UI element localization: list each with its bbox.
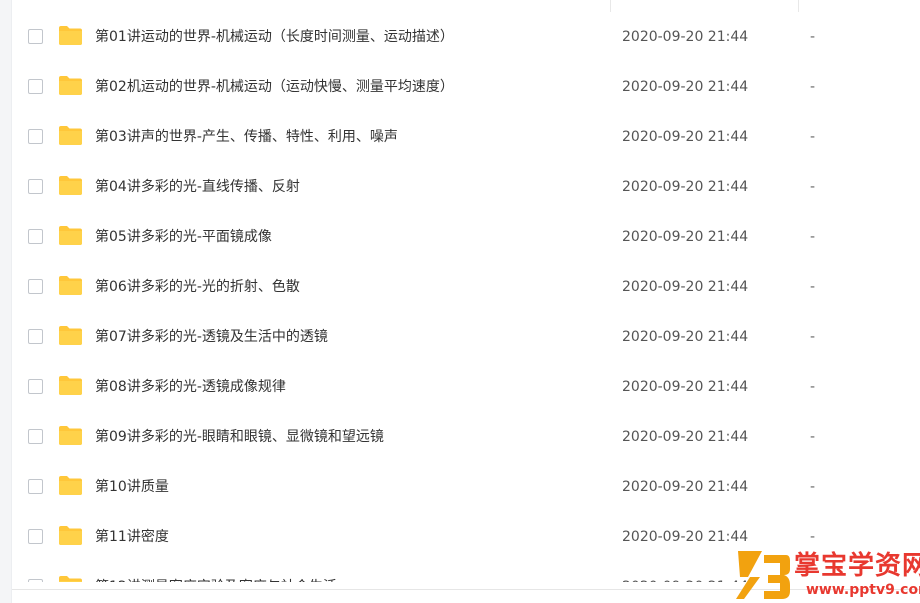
modified-date: 2020-09-20 21:44 xyxy=(622,29,749,45)
row-checkbox[interactable] xyxy=(28,179,43,194)
modified-date: 2020-09-20 21:44 xyxy=(622,479,749,495)
modified-date: 2020-09-20 21:44 xyxy=(622,179,749,195)
modified-date: 2020-09-20 21:44 xyxy=(622,329,749,345)
row-checkbox[interactable] xyxy=(28,129,43,144)
table-row[interactable]: 第04讲多彩的光-直线传播、反射 2020-09-20 21:44 - xyxy=(12,162,920,212)
file-size: - xyxy=(810,279,816,295)
folder-icon xyxy=(58,475,83,496)
folder-icon xyxy=(58,125,83,146)
row-checkbox[interactable] xyxy=(28,429,43,444)
row-checkbox[interactable] xyxy=(28,479,43,494)
left-gutter xyxy=(0,0,12,603)
folder-icon xyxy=(58,375,83,396)
folder-icon xyxy=(58,275,83,296)
row-checkbox[interactable] xyxy=(28,579,43,582)
folder-icon xyxy=(58,25,83,46)
watermark: 掌宝学资网 www.pptv9.com xyxy=(734,547,920,603)
folder-icon xyxy=(58,75,83,96)
modified-date: 2020-09-20 21:44 xyxy=(622,129,749,145)
file-size: - xyxy=(810,79,816,95)
file-name[interactable]: 第12讲测量密度实验及密度与社会生活 xyxy=(95,577,337,582)
folder-icon xyxy=(58,325,83,346)
table-row[interactable]: 第08讲多彩的光-透镜成像规律 2020-09-20 21:44 - xyxy=(12,362,920,412)
file-name[interactable]: 第10讲质量 xyxy=(95,477,169,497)
modified-date: 2020-09-20 21:44 xyxy=(622,229,749,245)
watermark-url: www.pptv9.com xyxy=(806,582,920,598)
table-row[interactable]: 第03讲声的世界-产生、传播、特性、利用、噪声 2020-09-20 21:44 - xyxy=(12,112,920,162)
file-size: - xyxy=(810,329,816,345)
modified-date: 2020-09-20 21:44 xyxy=(622,577,748,582)
folder-icon xyxy=(58,425,83,446)
folder-icon xyxy=(58,225,83,246)
modified-date: 2020-09-20 21:44 xyxy=(622,79,749,95)
modified-date: 2020-09-20 21:44 xyxy=(622,379,749,395)
file-name[interactable]: 第11讲密度 xyxy=(95,527,169,547)
modified-date: 2020-09-20 21:44 xyxy=(622,429,749,445)
table-row[interactable]: 第02机运动的世界-机械运动（运动快慢、测量平均速度） 2020-09-20 21… xyxy=(12,62,920,112)
file-size: - xyxy=(810,479,816,495)
folder-icon xyxy=(58,575,83,582)
file-name[interactable]: 第08讲多彩的光-透镜成像规律 xyxy=(95,377,286,397)
table-row[interactable]: 第07讲多彩的光-透镜及生活中的透镜 2020-09-20 21:44 - xyxy=(12,312,920,362)
table-row[interactable]: 第05讲多彩的光-平面镜成像 2020-09-20 21:44 - xyxy=(12,212,920,262)
row-checkbox[interactable] xyxy=(28,329,43,344)
modified-date: 2020-09-20 21:44 xyxy=(622,529,749,545)
file-size: - xyxy=(810,129,816,145)
watermark-title: 掌宝学资网 xyxy=(794,551,920,581)
file-name[interactable]: 第06讲多彩的光-光的折射、色散 xyxy=(95,277,300,297)
column-divider-date xyxy=(610,0,611,12)
file-size: - xyxy=(810,29,816,45)
file-size: - xyxy=(810,179,816,195)
row-checkbox[interactable] xyxy=(28,279,43,294)
file-size: - xyxy=(810,529,816,545)
file-name[interactable]: 第01讲运动的世界-机械运动（长度时间测量、运动描述） xyxy=(95,27,454,47)
folder-icon xyxy=(58,175,83,196)
table-row[interactable]: 第09讲多彩的光-眼睛和眼镜、显微镜和望远镜 2020-09-20 21:44 - xyxy=(12,412,920,462)
file-list: 第01讲运动的世界-机械运动（长度时间测量、运动描述） 2020-09-20 21… xyxy=(12,12,920,582)
column-divider-size xyxy=(798,0,799,12)
file-name[interactable]: 第09讲多彩的光-眼睛和眼镜、显微镜和望远镜 xyxy=(95,427,384,447)
file-name[interactable]: 第04讲多彩的光-直线传播、反射 xyxy=(95,177,300,197)
file-name[interactable]: 第05讲多彩的光-平面镜成像 xyxy=(95,227,272,247)
folder-icon xyxy=(58,525,83,546)
file-name[interactable]: 第07讲多彩的光-透镜及生活中的透镜 xyxy=(95,327,328,347)
row-checkbox[interactable] xyxy=(28,29,43,44)
modified-date: 2020-09-20 21:44 xyxy=(622,279,749,295)
table-row[interactable]: 第01讲运动的世界-机械运动（长度时间测量、运动描述） 2020-09-20 21… xyxy=(12,12,920,62)
table-row[interactable]: 第06讲多彩的光-光的折射、色散 2020-09-20 21:44 - xyxy=(12,262,920,312)
row-checkbox[interactable] xyxy=(28,379,43,394)
row-checkbox[interactable] xyxy=(28,79,43,94)
header-strip xyxy=(12,0,920,8)
file-size: - xyxy=(810,379,816,395)
table-row[interactable]: 第10讲质量 2020-09-20 21:44 - xyxy=(12,462,920,512)
file-size: - xyxy=(810,429,816,445)
watermark-logo-icon xyxy=(736,551,790,599)
row-checkbox[interactable] xyxy=(28,529,43,544)
file-name[interactable]: 第03讲声的世界-产生、传播、特性、利用、噪声 xyxy=(95,127,398,147)
file-name[interactable]: 第02机运动的世界-机械运动（运动快慢、测量平均速度） xyxy=(95,77,454,97)
row-checkbox[interactable] xyxy=(28,229,43,244)
file-size: - xyxy=(810,229,816,245)
